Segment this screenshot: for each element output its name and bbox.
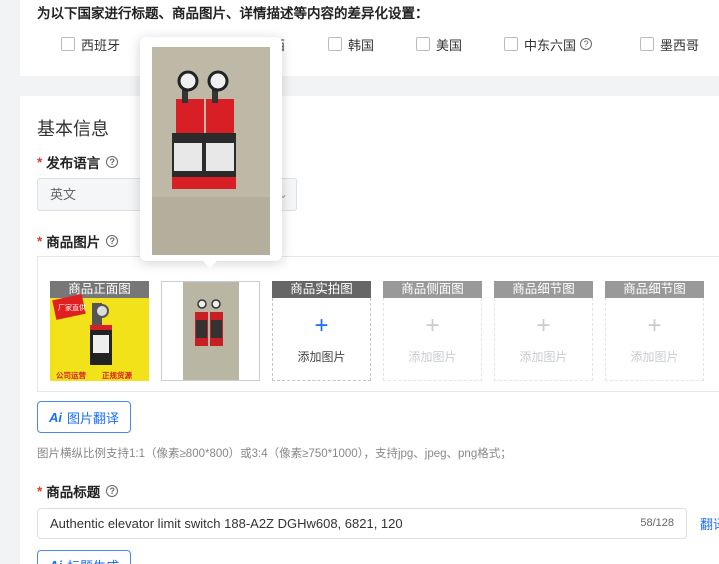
add-image-label: 添加图片 [519,349,568,364]
required-mark: * [37,233,43,249]
country-checkbox-korea[interactable]: 韩国 [328,35,416,53]
product-photo-thumbnail [162,282,259,380]
checkbox-box[interactable] [61,37,75,51]
country-settings-card: 为以下国家进行标题、商品图片、详情描述等内容的差异化设置： 西班牙 法国 巴西 … [20,0,719,76]
checkbox-box[interactable] [640,37,654,51]
country-label: 美国 [436,37,463,53]
country-label: 韩国 [348,37,375,53]
plus-icon: + [314,311,329,339]
country-checkbox-usa[interactable]: 美国 [416,35,504,53]
title-label-text: 商品标题 [46,485,101,500]
slot-header: 商品细节图 [494,281,593,298]
slot-header: 商品实拍图 [272,281,371,298]
product-title-value: Authentic elevator limit switch 188-A2Z … [50,516,403,531]
country-checkbox-spain[interactable]: 西班牙 [61,35,150,53]
add-image-area[interactable]: + 添加图片 [272,298,371,381]
image-slot-real[interactable]: 商品实拍图 + 添加图片 [272,281,371,381]
image-slot-side[interactable]: 商品侧面图 + 添加图片 [383,281,482,381]
language-label-text: 发布语言 [46,156,101,171]
image-preview-popover [140,37,282,268]
help-icon[interactable]: ? [580,38,593,50]
required-mark: * [37,154,43,170]
banner-top-text: 厂家直供 [58,303,86,312]
section-title: 基本信息 [37,119,109,139]
banner-bottom-left: 公司运营 [56,370,86,380]
image-format-hint: 图片横纵比例支持1:1（像素≥800*800）或3:4（像素≥750*1000）… [37,448,512,460]
image-preview-large [152,47,270,255]
add-image-label: 添加图片 [297,349,346,364]
checkbox-box[interactable] [416,37,430,51]
char-counter: 58/128 [640,517,674,529]
add-image-label: 添加图片 [630,349,679,364]
add-image-area[interactable]: + 添加图片 [494,298,593,381]
country-label: 中东六国 [524,37,577,53]
title-label: * 商品标题 ? [37,481,119,501]
country-settings-title: 为以下国家进行标题、商品图片、详情描述等内容的差异化设置： [37,6,429,21]
image-slot-detail-2[interactable]: 商品细节图 + 添加图片 [605,281,704,381]
country-checkbox-mexico[interactable]: 墨西哥 [640,35,719,53]
title-generate-button[interactable]: Ai 标题生成 [37,550,131,564]
checkbox-box[interactable] [504,37,518,51]
slot-header: 商品侧面图 [383,281,482,298]
language-select-value: 英文 [50,187,77,202]
ai-icon: Ai [49,558,62,564]
ai-icon: Ai [48,409,62,425]
image-slot-photo[interactable] [161,281,260,381]
basic-info-card: 基本信息 * 发布语言 ? 英文 ⌄ * 商品图片 ? 厂家直供 公司运营 正规… [20,96,719,564]
banner-bottom-right: 正规货源 [102,370,132,380]
add-image-label: 添加图片 [408,349,457,364]
help-icon[interactable]: ? [106,156,119,168]
language-label: * 发布语言 ? [37,152,119,172]
title-translate-link[interactable]: 翻译 [700,514,719,533]
image-translate-label: 图片翻译 [66,410,119,426]
images-label: * 商品图片 ? [37,231,119,251]
slot-header: 商品正面图 [68,282,131,296]
image-translate-button[interactable]: Ai 图片翻译 [37,401,131,433]
required-mark: * [37,483,43,499]
product-title-input[interactable]: Authentic elevator limit switch 188-A2Z … [37,508,687,539]
plus-icon: + [536,311,551,339]
slot-header: 商品细节图 [605,281,704,298]
title-generate-label: 标题生成 [67,556,119,564]
image-slot-front[interactable]: 厂家直供 公司运营 正规货源 商品正面图 [50,281,149,381]
help-icon[interactable]: ? [106,235,119,247]
images-label-text: 商品图片 [46,235,101,250]
image-slot-detail-1[interactable]: 商品细节图 + 添加图片 [494,281,593,381]
add-image-area[interactable]: + 添加图片 [605,298,704,381]
add-image-area[interactable]: + 添加图片 [383,298,482,381]
plus-icon: + [425,311,440,339]
image-upload-panel: 厂家直供 公司运营 正规货源 商品正面图 商品实拍图 + 添加图片 商品侧面图 … [37,256,719,392]
country-checkbox-middle-east[interactable]: 中东六国 ? [504,35,640,53]
checkbox-box[interactable] [328,37,342,51]
help-icon[interactable]: ? [106,485,119,497]
country-label: 墨西哥 [660,37,700,53]
country-label: 西班牙 [81,37,121,53]
plus-icon: + [647,311,662,339]
